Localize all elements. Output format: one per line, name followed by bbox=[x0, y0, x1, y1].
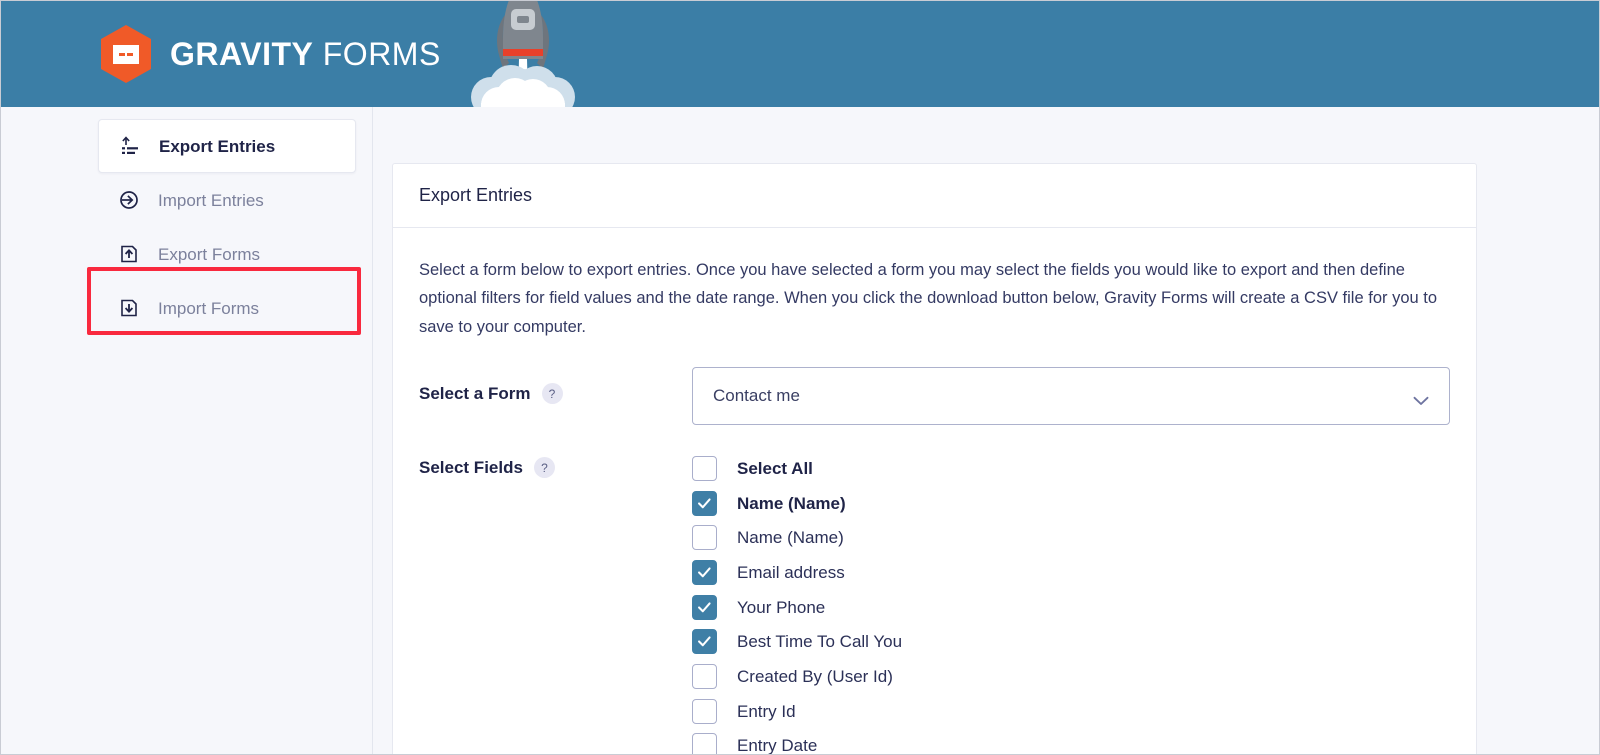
panel-header: Export Entries bbox=[393, 164, 1476, 228]
export-entries-icon bbox=[119, 135, 141, 157]
field-checkbox[interactable] bbox=[692, 698, 717, 724]
brand-title-bold: GRAVITY bbox=[170, 35, 314, 72]
sidebar-item-label: Import Entries bbox=[158, 190, 264, 210]
select-fields-label: Select Fields bbox=[419, 457, 523, 477]
export-forms-icon bbox=[118, 243, 140, 265]
list-item-label: Email address bbox=[737, 563, 845, 583]
help-icon[interactable]: ? bbox=[541, 383, 563, 405]
list-item-label: Best Time To Call You bbox=[737, 632, 903, 652]
sidebar-item-export-forms[interactable]: Export Forms bbox=[98, 227, 356, 281]
list-item[interactable]: Entry Date bbox=[692, 729, 1450, 755]
list-item-label: Created By (User Id) bbox=[737, 667, 893, 687]
select-fields-control: Select All Name (Name) Name (Name) Email… bbox=[692, 451, 1450, 755]
sidebar-nav: Export Entries Import Entries Export For… bbox=[98, 119, 356, 335]
list-item[interactable]: Best Time To Call You bbox=[692, 625, 1450, 660]
select-a-form-control: Contact me bbox=[692, 367, 1450, 426]
list-item-label: Select All bbox=[737, 458, 813, 478]
form-select-value: Contact me bbox=[713, 386, 800, 406]
select-a-form-label: Select a Form bbox=[419, 383, 531, 403]
sidebar-item-label: Import Forms bbox=[158, 298, 260, 318]
import-entries-icon bbox=[118, 189, 140, 211]
list-item-label: Your Phone bbox=[737, 597, 826, 617]
select-fields-row: Select Fields ? Select All Name (Name) N… bbox=[419, 451, 1450, 755]
panel-description: Select a form below to export entries. O… bbox=[419, 261, 1438, 336]
sidebar-item-import-entries[interactable]: Import Entries bbox=[98, 173, 356, 227]
export-entries-panel: Export Entries Select a form below to ex… bbox=[392, 163, 1477, 755]
field-checkbox[interactable] bbox=[692, 664, 717, 690]
list-item[interactable]: Entry Id bbox=[692, 694, 1450, 729]
gravity-forms-hexagon-logo bbox=[100, 25, 152, 83]
list-item[interactable]: Name (Name) bbox=[692, 486, 1450, 521]
select-a-form-label-group: Select a Form ? bbox=[419, 367, 692, 405]
sidebar-item-label: Export Forms bbox=[158, 244, 261, 264]
list-item-label: Entry Date bbox=[737, 736, 818, 755]
rocket-launch-illustration bbox=[433, 1, 613, 107]
list-item[interactable]: Your Phone bbox=[692, 590, 1450, 625]
list-item[interactable]: Email address bbox=[692, 555, 1450, 590]
select-a-form-row: Select a Form ? Contact me bbox=[419, 367, 1450, 426]
sidebar-item-export-entries[interactable]: Export Entries bbox=[98, 119, 356, 173]
page-title: Export Entries bbox=[419, 185, 533, 205]
field-checkbox[interactable] bbox=[692, 629, 717, 655]
sidebar: Export Entries Import Entries Export For… bbox=[1, 107, 373, 754]
help-icon[interactable]: ? bbox=[533, 457, 555, 479]
list-item[interactable]: Select All bbox=[692, 451, 1450, 486]
sidebar-item-import-forms[interactable]: Import Forms bbox=[98, 281, 356, 335]
app-header-banner: GRAVITY FORMS bbox=[1, 1, 1599, 107]
field-checkbox[interactable] bbox=[692, 560, 717, 586]
list-item[interactable]: Created By (User Id) bbox=[692, 659, 1450, 694]
field-checkbox-list: Select All Name (Name) Name (Name) Email… bbox=[692, 451, 1450, 755]
field-checkbox[interactable] bbox=[692, 525, 717, 551]
list-item-label: Entry Id bbox=[737, 701, 796, 721]
list-item-label: Name (Name) bbox=[737, 493, 846, 513]
field-checkbox[interactable] bbox=[692, 594, 717, 620]
panel-body: Select a form below to export entries. O… bbox=[393, 228, 1476, 755]
select-fields-label-group: Select Fields ? bbox=[419, 451, 692, 479]
sidebar-item-label: Export Entries bbox=[159, 136, 276, 156]
list-item[interactable]: Name (Name) bbox=[692, 521, 1450, 556]
app-screenshot: GRAVITY FORMS Export Entries Import Entr… bbox=[0, 0, 1600, 755]
form-select-dropdown[interactable]: Contact me bbox=[692, 367, 1450, 426]
import-forms-icon bbox=[118, 297, 140, 319]
brand-lockup: GRAVITY FORMS bbox=[100, 25, 441, 83]
chevron-down-icon bbox=[1413, 391, 1429, 406]
field-checkbox[interactable] bbox=[692, 733, 717, 754]
list-item-label: Name (Name) bbox=[737, 528, 844, 548]
brand-title-light: FORMS bbox=[322, 35, 441, 72]
select-all-checkbox[interactable] bbox=[692, 455, 717, 481]
field-checkbox[interactable] bbox=[692, 490, 717, 516]
brand-title: GRAVITY FORMS bbox=[170, 36, 441, 73]
content-area: Export Entries Import Entries Export For… bbox=[1, 107, 1599, 755]
